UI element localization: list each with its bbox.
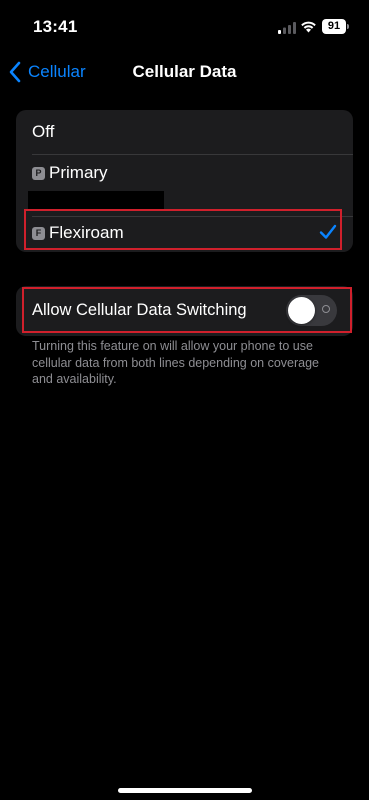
option-primary-main: P Primary (32, 163, 108, 183)
status-time: 13:41 (33, 17, 78, 36)
option-off-label: Off (32, 122, 55, 141)
highlight-box-switching (22, 287, 352, 333)
battery-tip (347, 24, 349, 29)
option-primary[interactable]: P Primary (16, 154, 353, 216)
data-switching-description: Turning this feature on will allow your … (32, 339, 319, 386)
page-title: Cellular Data (132, 62, 237, 81)
home-indicator[interactable] (118, 788, 252, 793)
redacted-number (28, 191, 164, 209)
wifi-icon (301, 21, 316, 33)
battery-level: 91 (322, 19, 346, 34)
screen: 13:41 91 Cellular Cellular Data Off P Pr… (0, 0, 369, 800)
option-off[interactable]: Off (16, 110, 353, 154)
line-badge-primary: P (32, 166, 45, 180)
highlight-box-flexiroam (24, 209, 342, 250)
battery-icon: 91 (322, 19, 349, 34)
status-bar: 13:41 91 (0, 0, 369, 54)
option-primary-label: Primary (49, 163, 108, 182)
nav-bar: Cellular Cellular Data (0, 54, 369, 90)
signal-icon (278, 22, 296, 34)
